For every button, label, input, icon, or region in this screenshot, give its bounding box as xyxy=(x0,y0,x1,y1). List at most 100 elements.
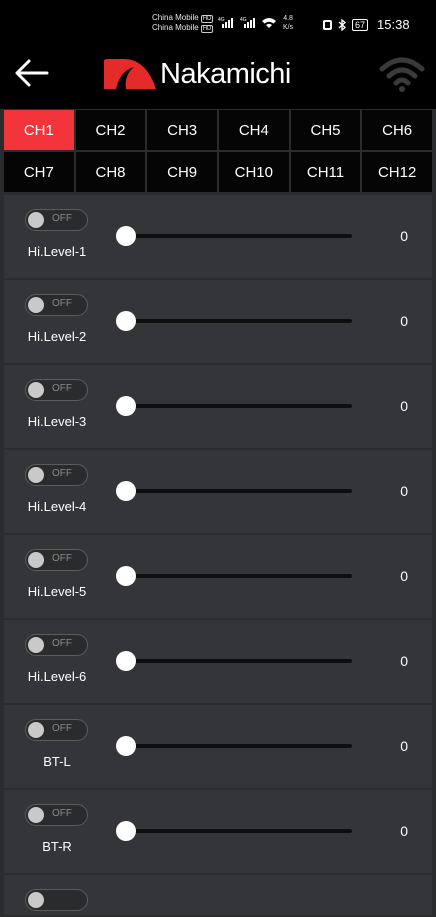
level-slider[interactable] xyxy=(116,226,352,246)
input-label: Hi.Level-4 xyxy=(27,499,87,514)
input-toggle[interactable]: OFF xyxy=(25,209,88,231)
svg-text:4G: 4G xyxy=(218,17,225,23)
input-label: Hi.Level-6 xyxy=(27,669,87,684)
level-value: 0 xyxy=(400,228,408,244)
bluetooth-icon xyxy=(338,18,346,31)
mixer-row: OFF BT-R 0 xyxy=(4,790,432,873)
carrier-1: China Mobile xyxy=(152,13,199,22)
slider-track xyxy=(120,489,352,493)
tab-ch9[interactable]: CH9 xyxy=(147,152,217,192)
back-button[interactable] xyxy=(14,58,50,88)
toggle-knob xyxy=(28,296,44,313)
input-toggle[interactable] xyxy=(25,889,88,911)
input-mixer-list: OFF Hi.Level-1 0 OFF Hi.Level-2 0 OFF Hi… xyxy=(4,195,432,917)
toggle-knob xyxy=(28,381,44,398)
level-slider[interactable] xyxy=(116,311,352,331)
input-toggle[interactable]: OFF xyxy=(25,719,88,741)
slider-thumb[interactable] xyxy=(116,651,136,671)
cell-signal-icon: 4G 4G xyxy=(218,17,276,28)
input-label: Hi.Level-5 xyxy=(27,584,87,599)
input-label: Hi.Level-2 xyxy=(27,329,87,344)
speed-unit: K/s xyxy=(283,24,294,31)
input-label: BT-L xyxy=(43,754,71,769)
network-speed: 4.8 K/s xyxy=(283,14,293,32)
hd-badge-1: HD xyxy=(200,15,214,23)
mixer-row: OFF Hi.Level-2 0 xyxy=(4,280,432,363)
slider-track xyxy=(120,659,352,663)
slider-track xyxy=(120,744,352,748)
slider-thumb[interactable] xyxy=(116,396,136,416)
slider-track xyxy=(120,404,352,408)
toggle-knob xyxy=(28,551,44,568)
slider-track xyxy=(120,829,352,833)
tab-ch3[interactable]: CH3 xyxy=(147,110,217,150)
logo-text: Nakamichi xyxy=(160,58,291,90)
input-toggle[interactable]: OFF xyxy=(25,804,88,826)
level-slider[interactable] xyxy=(116,821,352,841)
slider-thumb[interactable] xyxy=(116,481,136,501)
mixer-row: OFF Hi.Level-6 0 xyxy=(4,620,432,703)
toggle-knob xyxy=(28,466,44,483)
hd-badge-2: HD xyxy=(200,25,214,33)
toggle-state: OFF xyxy=(52,723,72,734)
carrier-2: China Mobile xyxy=(152,23,199,32)
level-slider[interactable] xyxy=(116,651,352,671)
slider-track xyxy=(120,574,352,578)
level-value: 0 xyxy=(400,653,408,669)
signal-icons: 4G 4G xyxy=(218,15,280,34)
level-slider[interactable] xyxy=(116,396,352,416)
toggle-state: OFF xyxy=(52,298,72,309)
mixer-row-partial xyxy=(4,875,432,915)
logo-mark-icon xyxy=(104,59,156,89)
level-value: 0 xyxy=(400,398,408,414)
toggle-state: OFF xyxy=(52,383,72,394)
arrow-left-icon xyxy=(15,59,49,87)
input-label: Hi.Level-3 xyxy=(27,414,87,429)
tab-ch4[interactable]: CH4 xyxy=(218,110,289,150)
input-toggle[interactable]: OFF xyxy=(25,379,88,401)
input-toggle[interactable]: OFF xyxy=(25,294,88,316)
toggle-knob xyxy=(28,806,44,823)
slider-thumb[interactable] xyxy=(116,566,136,586)
wifi-button[interactable] xyxy=(378,54,426,94)
tab-ch1[interactable]: CH1 xyxy=(4,110,74,150)
toggle-state: OFF xyxy=(52,638,72,649)
slider-thumb[interactable] xyxy=(116,226,136,246)
input-label: Hi.Level-1 xyxy=(27,244,87,259)
slider-thumb[interactable] xyxy=(116,311,136,331)
toggle-knob xyxy=(28,721,44,738)
level-value: 0 xyxy=(400,738,408,754)
input-toggle[interactable]: OFF xyxy=(25,634,88,656)
level-slider[interactable] xyxy=(116,736,352,756)
level-value: 0 xyxy=(400,823,408,839)
level-slider[interactable] xyxy=(116,566,352,586)
vibrate-icon xyxy=(323,19,332,30)
level-value: 0 xyxy=(400,483,408,499)
toggle-state: OFF xyxy=(52,468,72,479)
tab-ch11[interactable]: CH11 xyxy=(290,152,361,192)
slider-track xyxy=(120,234,352,238)
carrier-info: China Mobile HD China Mobile HD xyxy=(152,13,214,33)
slider-thumb[interactable] xyxy=(116,736,136,756)
input-toggle[interactable]: OFF xyxy=(25,549,88,571)
level-value: 0 xyxy=(400,568,408,584)
mixer-row: OFF BT-L 0 xyxy=(4,705,432,788)
tab-ch8[interactable]: CH8 xyxy=(75,152,146,192)
toggle-knob xyxy=(28,211,44,228)
tab-ch7[interactable]: CH7 xyxy=(4,152,74,192)
mixer-row: OFF Hi.Level-1 0 xyxy=(4,195,432,278)
wifi-icon xyxy=(379,57,425,92)
channel-tabs: CH1 CH2 CH3 CH4 CH5 CH6 CH7 CH8 CH9 CH10… xyxy=(4,110,432,192)
toggle-state: OFF xyxy=(52,808,72,819)
tab-ch12[interactable]: CH12 xyxy=(362,152,432,192)
tab-ch2[interactable]: CH2 xyxy=(75,110,146,150)
level-slider[interactable] xyxy=(116,481,352,501)
tab-ch5[interactable]: CH5 xyxy=(290,110,361,150)
app-header: Nakamichi xyxy=(0,42,436,109)
slider-thumb[interactable] xyxy=(116,821,136,841)
tab-ch10[interactable]: CH10 xyxy=(218,152,289,192)
toggle-state: OFF xyxy=(52,213,72,224)
tab-ch6[interactable]: CH6 xyxy=(362,110,432,150)
input-toggle[interactable]: OFF xyxy=(25,464,88,486)
clock: 15:38 xyxy=(377,17,410,32)
